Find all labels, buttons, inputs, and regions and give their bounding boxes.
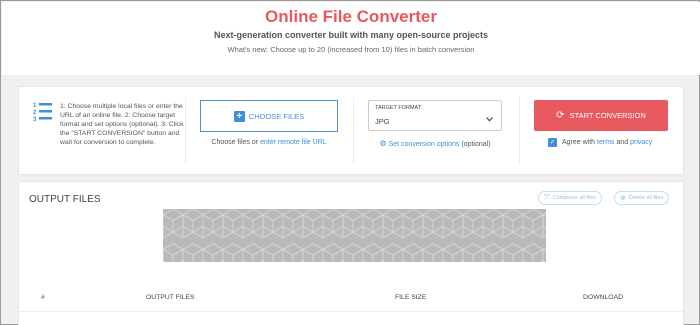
placeholder-pattern — [163, 209, 546, 262]
column-header-index: # — [41, 294, 45, 301]
privacy-link[interactable]: privacy — [630, 139, 652, 146]
target-format-value: JPG — [375, 117, 390, 126]
agree-terms-row: ✓ Agree with terms and privacy — [548, 138, 652, 147]
site-header: Online File Converter Next-generation co… — [2, 2, 700, 75]
whats-new-text: What's new: Choose up to 20 (increased f… — [227, 45, 475, 54]
choose-files-label: CHOOSE FILES — [248, 111, 305, 121]
close-icon: ⊗ — [620, 195, 626, 202]
svg-text:1: 1 — [33, 103, 37, 109]
compress-icon: ⤧ — [544, 194, 550, 201]
compress-all-button[interactable]: ⤧ Compress all files — [538, 191, 603, 205]
conversion-options-row: ⚙ Set conversion options (optional) — [368, 139, 502, 148]
choose-hint-prefix: Choose files or — [211, 139, 259, 146]
target-format-select[interactable]: TARGET FORMAT: JPG — [368, 100, 502, 131]
delete-all-label: Delete all files — [628, 195, 664, 201]
gear-icon: ⚙ — [379, 139, 387, 148]
agree-prefix: Agree with — [562, 139, 596, 146]
column-header-file-size: FILE SIZE — [395, 294, 427, 301]
agree-checkbox[interactable]: ✓ — [548, 138, 557, 147]
conversion-controls: 1 2 3 1: Choose multiple local files or … — [18, 86, 684, 175]
page-title: Online File Converter — [265, 7, 437, 26]
output-files-title: OUTPUT FILES — [29, 194, 101, 205]
choose-files-button[interactable]: + CHOOSE FILES — [200, 100, 338, 132]
page-subtitle: Next-generation converter built with man… — [213, 30, 489, 40]
column-header-output-files: OUTPUT FILES — [146, 294, 195, 301]
plus-icon: + — [233, 110, 245, 122]
page-frame: Online File Converter Next-generation co… — [0, 0, 700, 325]
set-options-link[interactable]: Set conversion options — [389, 141, 460, 148]
svg-text:2: 2 — [33, 110, 37, 116]
start-conversion-label: START CONVERSION — [569, 111, 646, 120]
refresh-icon: ⟳ — [556, 110, 565, 121]
remote-url-link[interactable]: enter remote file URL — [260, 139, 327, 146]
divider — [519, 97, 520, 165]
divider — [185, 97, 186, 165]
options-optional-text: (optional) — [461, 141, 491, 148]
divider — [353, 97, 354, 165]
target-format-label: TARGET FORMAT: — [375, 105, 423, 111]
output-table-header: # OUTPUT FILES FILE SIZE DOWNLOAD — [19, 284, 683, 312]
terms-link[interactable]: terms — [597, 139, 615, 146]
and-text: and — [616, 139, 629, 146]
numbered-list-icon: 1 2 3 — [33, 101, 53, 123]
output-files-panel: OUTPUT FILES ⤧ Compress all files ⊗ Dele… — [18, 181, 684, 325]
column-header-download: DOWNLOAD — [583, 294, 624, 301]
start-conversion-button[interactable]: ⟳ START CONVERSION — [534, 100, 668, 131]
delete-all-button[interactable]: ⊗ Delete all files — [614, 191, 670, 205]
compress-all-label: Compress all files — [552, 195, 597, 201]
choose-files-hint: Choose files or enter remote file URL — [200, 139, 338, 146]
chevron-down-icon — [486, 115, 493, 124]
svg-text:3: 3 — [33, 117, 37, 123]
instructions-text: 1: Choose multiple local files or enter … — [60, 103, 184, 146]
